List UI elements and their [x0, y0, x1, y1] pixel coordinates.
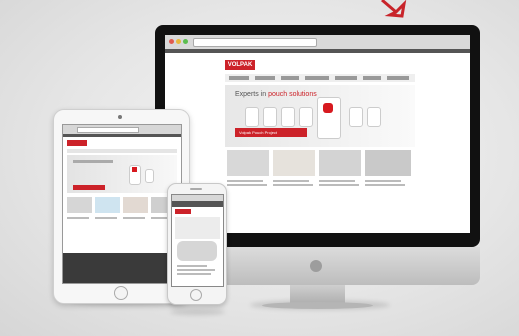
- nav-item[interactable]: [335, 76, 357, 80]
- close-icon[interactable]: [169, 39, 174, 44]
- nav-item[interactable]: [387, 76, 409, 80]
- card-text: [177, 265, 207, 267]
- feature-card-image: [319, 150, 361, 176]
- nav-item[interactable]: [255, 76, 275, 80]
- site-logo[interactable]: [67, 140, 87, 146]
- imac-stand-foot: [262, 302, 373, 309]
- pouch-image: [245, 107, 259, 127]
- card-text: [95, 217, 117, 219]
- card-text: [365, 180, 401, 182]
- card-text: [227, 180, 263, 182]
- ipad-screen: [62, 124, 182, 284]
- world-map-image: [177, 241, 217, 261]
- site-top-bar: [165, 49, 470, 53]
- card-text: [177, 273, 211, 275]
- card-text: [227, 184, 267, 186]
- hero-title-prefix: Experts in: [235, 91, 269, 98]
- camera-icon: [118, 115, 122, 119]
- maximize-icon[interactable]: [183, 39, 188, 44]
- site-footer: [63, 253, 181, 283]
- feature-card-image: [365, 150, 411, 176]
- site-logo[interactable]: [175, 209, 191, 214]
- pouch-image: [145, 169, 154, 183]
- feature-card-image: [227, 150, 269, 176]
- nav-item[interactable]: [363, 76, 381, 80]
- hero-banner: [175, 217, 220, 239]
- hero-button[interactable]: [73, 185, 105, 190]
- site-top-bar: [63, 134, 181, 137]
- pouch-image: [367, 107, 381, 127]
- site-nav: [67, 149, 177, 153]
- card-text: [67, 217, 89, 219]
- card-text: [319, 184, 359, 186]
- pouch-cap-image: [323, 103, 333, 113]
- address-bar[interactable]: [193, 38, 317, 47]
- iphone-shadow: [170, 309, 225, 315]
- card-text: [319, 180, 355, 182]
- feature-card-image: [123, 197, 148, 213]
- card-text: [273, 180, 309, 182]
- hero-title: Experts in pouch solutions: [235, 91, 317, 98]
- feature-card-image: [67, 197, 92, 213]
- nav-item[interactable]: [229, 76, 249, 80]
- speaker-icon: [190, 188, 202, 190]
- site-logo[interactable]: VOLPAK: [225, 60, 255, 70]
- pouch-image: [281, 107, 295, 127]
- home-button[interactable]: [114, 286, 128, 300]
- feature-card-image: [95, 197, 120, 213]
- pouch-image: [349, 107, 363, 127]
- card-text: [365, 184, 405, 186]
- hero-title-line: [73, 160, 113, 163]
- browser-toolbar: [165, 35, 470, 50]
- nav-item[interactable]: [281, 76, 299, 80]
- hero-button[interactable]: Volpak Pouch Project: [235, 128, 307, 137]
- site-nav: [225, 74, 415, 82]
- feature-card-image: [273, 150, 315, 176]
- card-text: [273, 184, 313, 186]
- pouch-image: [263, 107, 277, 127]
- site-header: [172, 201, 223, 207]
- card-text: [177, 269, 215, 271]
- home-button[interactable]: [190, 289, 202, 301]
- nav-item[interactable]: [305, 76, 329, 80]
- address-bar[interactable]: [77, 127, 139, 133]
- card-text: [123, 217, 145, 219]
- pouch-image: [299, 107, 313, 127]
- minimize-icon[interactable]: [176, 39, 181, 44]
- red-arrow-icon: [381, 0, 407, 18]
- iphone-screen: [171, 194, 224, 287]
- pouch-cap-image: [132, 167, 137, 172]
- apple-logo-icon: [310, 260, 322, 272]
- hero-title-highlight: pouch solutions: [268, 91, 317, 98]
